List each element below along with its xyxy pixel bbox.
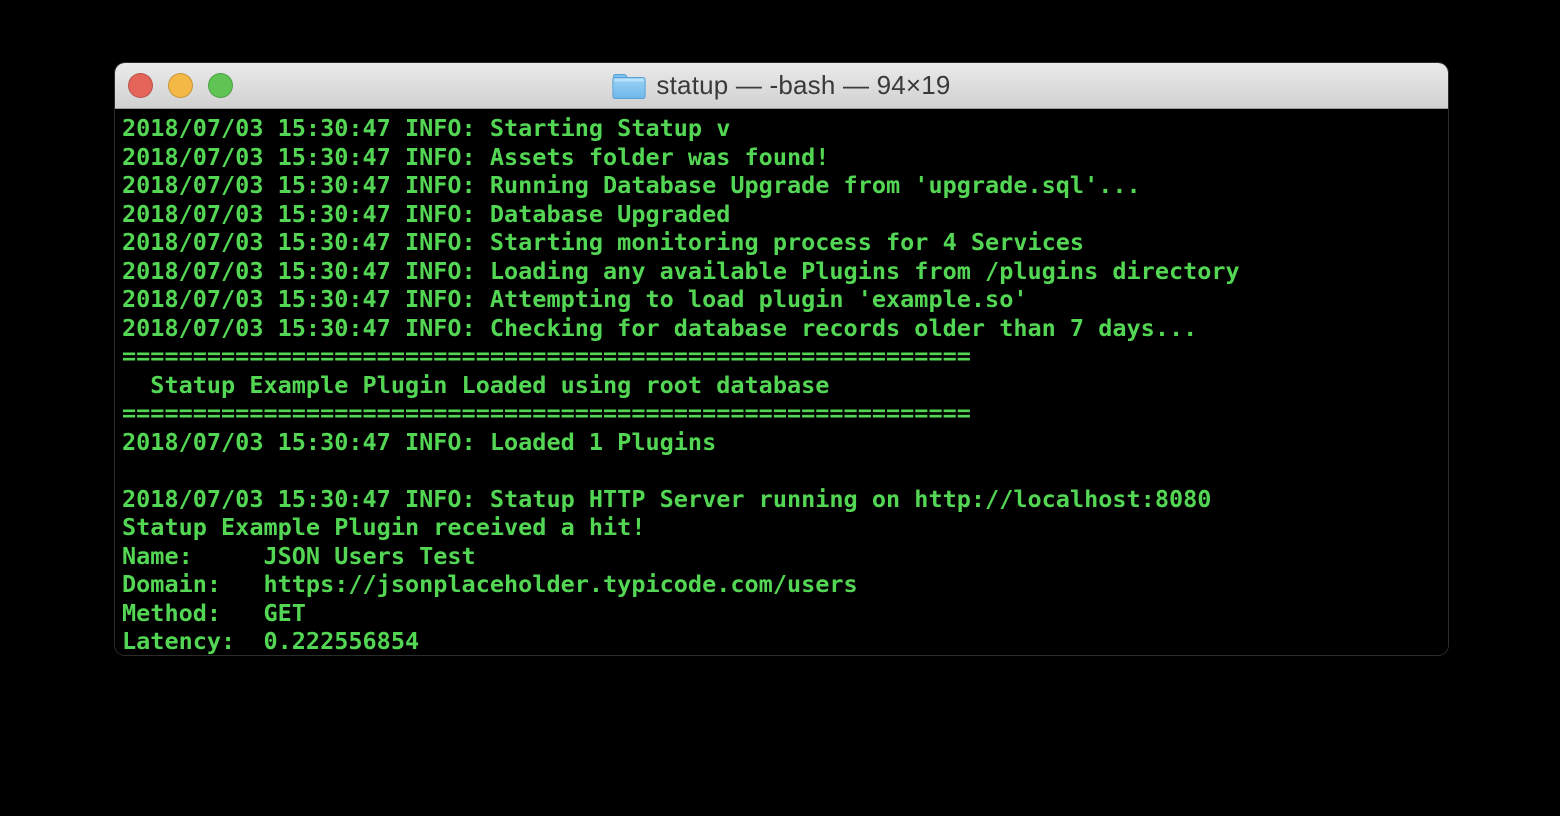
- folder-icon: [612, 72, 647, 100]
- close-button[interactable]: [128, 73, 153, 98]
- window-title: statup — -bash — 94×19: [656, 70, 951, 100]
- minimize-button[interactable]: [168, 73, 193, 98]
- terminal-line: ========================================…: [122, 342, 971, 370]
- terminal-line: Statup Example Plugin Loaded using root …: [122, 370, 830, 399]
- terminal-line: Latency: 0.222556854: [122, 627, 420, 655]
- terminal-line: 2018/07/03 15:30:47 INFO: Starting monit…: [122, 228, 1085, 256]
- terminal-line: 2018/07/03 15:30:47 INFO: Starting Statu…: [122, 114, 731, 142]
- traffic-lights: [128, 63, 233, 108]
- desktop-background: statup — -bash — 94×19 2018/07/03 15:30:…: [0, 0, 1560, 816]
- terminal-line: 2018/07/03 15:30:47 INFO: Attempting to …: [122, 285, 1028, 313]
- window-titlebar[interactable]: statup — -bash — 94×19: [115, 63, 1448, 109]
- terminal-line: Domain: https://jsonplaceholder.typicode…: [122, 570, 858, 598]
- terminal-line: Method: GET: [122, 598, 306, 627]
- terminal-line: Statup Example Plugin received a hit!: [122, 513, 646, 541]
- terminal-output[interactable]: 2018/07/03 15:30:47 INFO: Starting Statu…: [115, 109, 1448, 655]
- zoom-button[interactable]: [208, 73, 233, 98]
- terminal-line: 2018/07/03 15:30:47 INFO: Checking for d…: [122, 313, 1198, 342]
- terminal-line: ========================================…: [122, 399, 971, 427]
- terminal-line: Name: JSON Users Test: [122, 541, 476, 570]
- terminal-line: 2018/07/03 15:30:47 INFO: Database Upgra…: [122, 199, 731, 228]
- terminal-line: 2018/07/03 15:30:47 INFO: Loading any av…: [122, 256, 1240, 285]
- terminal-line: 2018/07/03 15:30:47 INFO: Assets folder …: [122, 142, 830, 171]
- terminal-line: 2018/07/03 15:30:47 INFO: Running Databa…: [122, 171, 1141, 199]
- terminal-line: 2018/07/03 15:30:47 INFO: Statup HTTP Se…: [122, 484, 1212, 513]
- terminal-window: statup — -bash — 94×19 2018/07/03 15:30:…: [115, 63, 1448, 655]
- terminal-line: 2018/07/03 15:30:47 INFO: Loaded 1 Plugi…: [122, 427, 717, 456]
- window-title-group: statup — -bash — 94×19: [612, 70, 950, 101]
